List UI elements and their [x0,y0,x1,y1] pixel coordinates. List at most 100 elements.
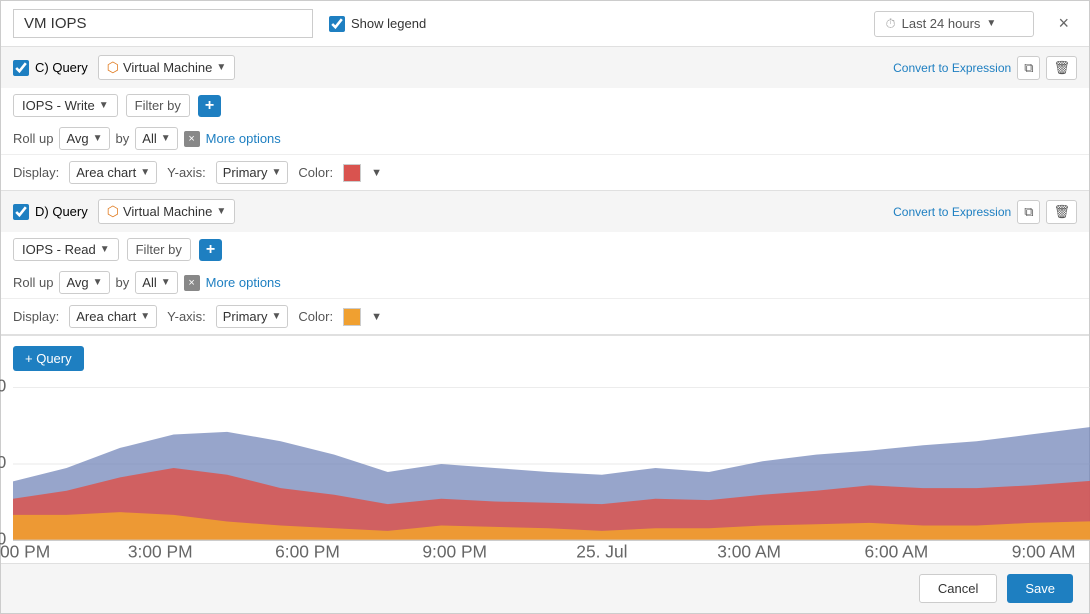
query-c-rollup-row: Roll up Avg ▼ by All ▼ × More options [1,123,1089,154]
yaxis-c-select[interactable]: Primary ▼ [216,161,289,184]
query-block-d: D) Query ⬡ Virtual Machine ▼ Convert to … [1,191,1089,335]
cancel-button[interactable]: Cancel [919,574,997,603]
duplicate-c-button[interactable]: ⧉ [1017,56,1040,80]
query-c-header: C) Query ⬡ Virtual Machine ▼ Convert to … [1,47,1089,88]
time-selector-text: Last 24 hours [902,16,981,31]
rollup-c-select[interactable]: Avg ▼ [59,127,109,150]
metric-c-text: IOPS - Write [22,98,95,113]
query-c-label: C) Query [13,60,88,76]
query-d-title: D) Query [35,204,88,219]
convert-c-link[interactable]: Convert to Expression [893,61,1011,75]
time-selector[interactable]: ⏱ Last 24 hours ▼ [874,11,1034,37]
add-query-button[interactable]: + Query [13,346,84,371]
more-options-c-link[interactable]: More options [206,131,281,146]
modal-header: Show legend ⏱ Last 24 hours ▼ × [1,1,1089,47]
modal-footer: Cancel Save [1,563,1089,613]
query-c-title: C) Query [35,60,88,75]
query-c-type-badge[interactable]: ⬡ Virtual Machine ▼ [98,55,236,80]
svg-text:100: 100 [0,376,6,396]
chevron-c-icon: ▼ [216,62,226,73]
display-c-label: Display: [13,165,59,180]
yaxis-d-select[interactable]: Primary ▼ [216,305,289,328]
query-d-metric-row: IOPS - Read ▼ Filter by + [1,232,1089,267]
add-filter-d-button[interactable]: + [199,239,222,261]
query-d-checkbox[interactable] [13,204,29,220]
yaxis-d-chevron-icon: ▼ [271,311,281,322]
modal-container: Show legend ⏱ Last 24 hours ▼ × C) Query… [0,0,1090,614]
query-d-type-badge[interactable]: ⬡ Virtual Machine ▼ [98,199,236,224]
query-block-c: C) Query ⬡ Virtual Machine ▼ Convert to … [1,47,1089,191]
clear-rollup-d-button[interactable]: × [184,275,200,291]
display-type-c-chevron-icon: ▼ [140,167,150,178]
convert-d-link[interactable]: Convert to Expression [893,205,1011,219]
rollup-by-c-value: All [142,131,156,146]
metric-d-text: IOPS - Read [22,242,96,257]
display-type-d-chevron-icon: ▼ [140,311,150,322]
show-legend-label: Show legend [329,16,426,32]
metric-c-badge[interactable]: IOPS - Write ▼ [13,94,118,117]
query-c-actions: Convert to Expression ⧉ 🗑 [893,56,1077,80]
query-c-metric-row: IOPS - Write ▼ Filter by + [1,88,1089,123]
color-d-label: Color: [298,309,333,324]
rollup-by-c-select[interactable]: All ▼ [135,127,177,150]
duplicate-d-button[interactable]: ⧉ [1017,200,1040,224]
rollup-by-d-select[interactable]: All ▼ [135,271,177,294]
chevron-d-icon: ▼ [216,206,226,217]
rollup-d-select[interactable]: Avg ▼ [59,271,109,294]
svg-text:9:00 AM: 9:00 AM [1012,542,1076,562]
query-c-type-text: Virtual Machine [123,60,212,75]
more-options-d-link[interactable]: More options [206,275,281,290]
color-c-label: Color: [298,165,333,180]
yaxis-d-text: Primary [223,309,268,324]
svg-text:50: 50 [0,452,6,472]
filter-d-button[interactable]: Filter by [127,238,191,261]
color-d-chevron-icon[interactable]: ▼ [371,311,382,323]
show-legend-checkbox[interactable] [329,16,345,32]
query-c-checkbox[interactable] [13,60,29,76]
svg-text:12:00 PM: 12:00 PM [0,542,50,562]
display-type-d-text: Area chart [76,309,136,324]
rollup-d-chevron-icon: ▼ [93,277,103,288]
metric-d-badge[interactable]: IOPS - Read ▼ [13,238,119,261]
chart-container: 100 50 0 12:00 PM 3:00 PM 6:00 PM [1,381,1089,563]
clear-rollup-c-button[interactable]: × [184,131,200,147]
queries-container: C) Query ⬡ Virtual Machine ▼ Convert to … [1,47,1089,336]
display-type-d-select[interactable]: Area chart ▼ [69,305,157,328]
title-input[interactable] [13,9,313,38]
vm-icon-c: ⬡ [107,59,119,76]
add-filter-c-button[interactable]: + [198,95,221,117]
svg-text:25. Jul: 25. Jul [576,542,627,562]
show-legend-text: Show legend [351,16,426,31]
close-button[interactable]: × [1050,9,1077,38]
display-d-label: Display: [13,309,59,324]
save-button[interactable]: Save [1007,574,1073,603]
rollup-c-label: Roll up [13,131,53,146]
delete-d-button[interactable]: 🗑 [1046,200,1077,224]
by-d-label: by [116,275,130,290]
query-d-display-row: Display: Area chart ▼ Y-axis: Primary ▼ … [1,298,1089,334]
add-query-row: + Query [1,336,1089,381]
yaxis-c-chevron-icon: ▼ [271,167,281,178]
display-type-c-select[interactable]: Area chart ▼ [69,161,157,184]
query-d-actions: Convert to Expression ⧉ 🗑 [893,200,1077,224]
color-d-swatch[interactable] [343,308,361,326]
svg-text:3:00 PM: 3:00 PM [128,542,193,562]
query-c-display-row: Display: Area chart ▼ Y-axis: Primary ▼ … [1,154,1089,190]
rollup-by-c-chevron-icon: ▼ [161,133,171,144]
rollup-c-chevron-icon: ▼ [93,133,103,144]
chart-svg: 100 50 0 12:00 PM 3:00 PM 6:00 PM [13,381,1090,555]
display-type-c-text: Area chart [76,165,136,180]
rollup-d-value: Avg [66,275,88,290]
color-c-chevron-icon[interactable]: ▼ [371,167,382,179]
filter-c-button[interactable]: Filter by [126,94,190,117]
yaxis-c-text: Primary [223,165,268,180]
color-c-swatch[interactable] [343,164,361,182]
delete-c-button[interactable]: 🗑 [1046,56,1077,80]
metric-c-chevron-icon: ▼ [99,100,109,111]
rollup-by-d-value: All [142,275,156,290]
query-d-type-text: Virtual Machine [123,204,212,219]
metric-d-chevron-icon: ▼ [100,244,110,255]
rollup-by-d-chevron-icon: ▼ [161,277,171,288]
by-c-label: by [116,131,130,146]
clock-icon: ⏱ [885,16,895,32]
